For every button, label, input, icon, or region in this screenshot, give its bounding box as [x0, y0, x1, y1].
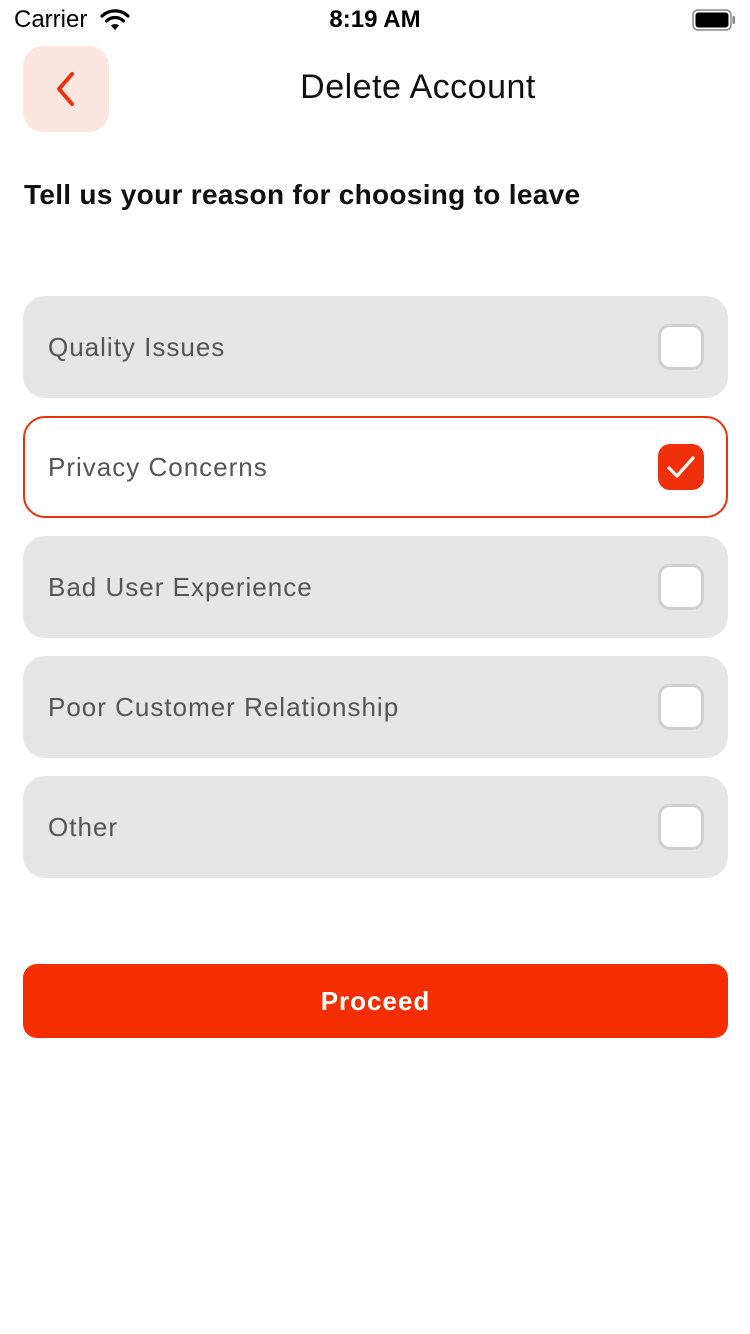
reason-options-list: Quality Issues Privacy Concerns Bad User… — [23, 296, 728, 896]
option-quality-issues[interactable]: Quality Issues — [23, 296, 728, 398]
checkbox[interactable] — [658, 564, 704, 610]
option-other[interactable]: Other — [23, 776, 728, 878]
option-label: Poor Customer Relationship — [48, 692, 400, 722]
option-label: Other — [48, 812, 119, 842]
proceed-button[interactable]: Proceed — [23, 964, 728, 1038]
option-bad-user-experience[interactable]: Bad User Experience — [23, 536, 728, 638]
checkbox-checked[interactable] — [658, 444, 704, 490]
status-bar: Carrier 8:19 AM — [0, 0, 750, 40]
back-button[interactable] — [23, 46, 109, 132]
page-title: Delete Account — [300, 68, 536, 106]
checkbox[interactable] — [658, 684, 704, 730]
option-poor-customer-relationship[interactable]: Poor Customer Relationship — [23, 656, 728, 758]
option-label: Bad User Experience — [48, 572, 313, 602]
checkbox[interactable] — [658, 324, 704, 370]
check-icon — [667, 456, 695, 478]
option-label: Quality Issues — [48, 332, 226, 362]
battery-icon — [692, 9, 735, 31]
checkbox[interactable] — [658, 804, 704, 850]
option-privacy-concerns[interactable]: Privacy Concerns — [23, 416, 728, 518]
status-time: 8:19 AM — [329, 6, 421, 33]
reason-question: Tell us your reason for choosing to leav… — [24, 179, 581, 210]
option-label: Privacy Concerns — [48, 452, 268, 482]
chevron-left-icon — [57, 72, 74, 106]
